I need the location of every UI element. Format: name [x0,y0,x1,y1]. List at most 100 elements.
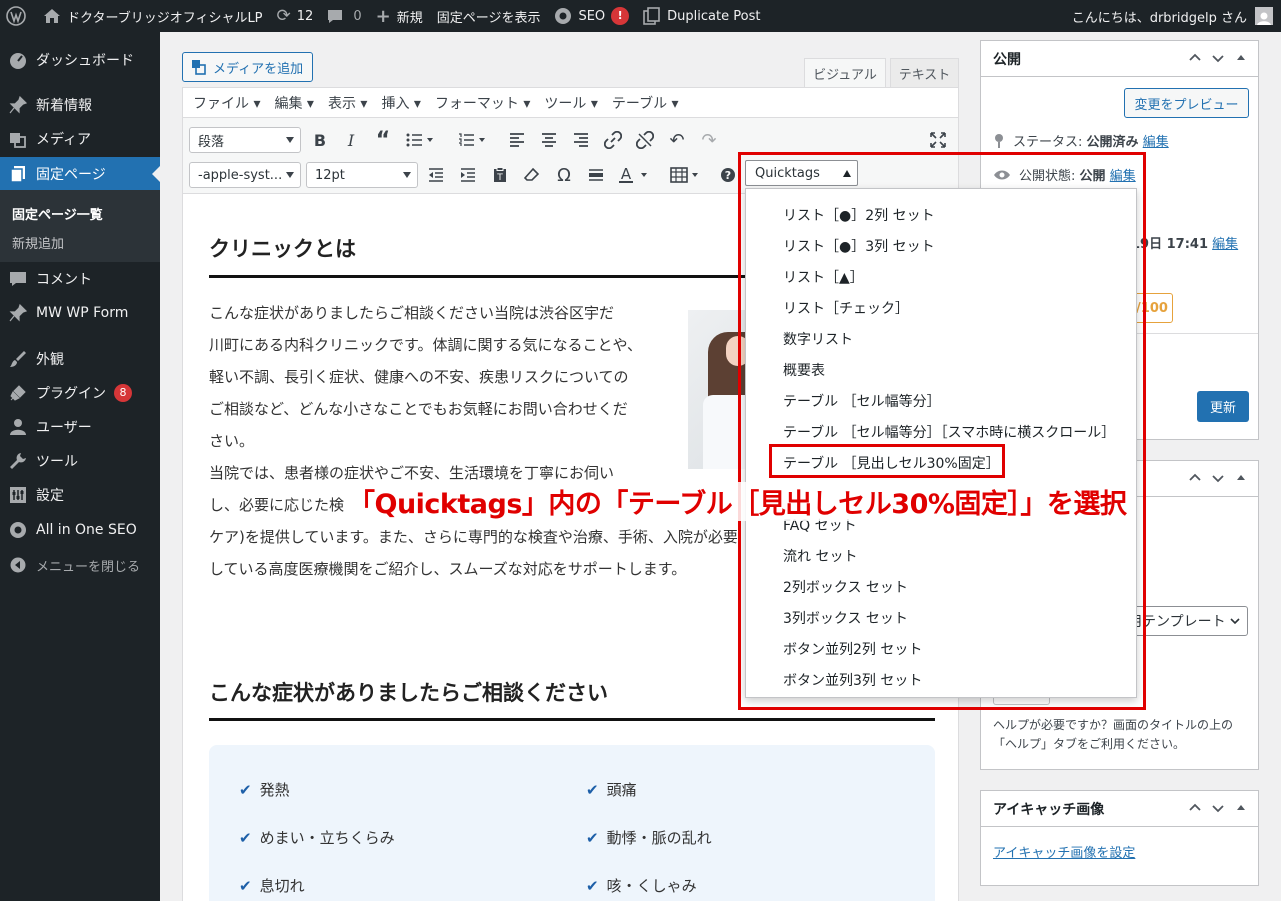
duplicate-post-link[interactable]: Duplicate Post [636,0,767,32]
special-character-icon[interactable]: Ω [554,164,574,186]
active-arrow [152,166,160,182]
indent-icon[interactable] [458,164,478,186]
menu-tools[interactable]: ツール [0,444,160,478]
media-icon [0,130,36,148]
quicktags-option[interactable]: テーブル ［セル幅等分］［スマホ時に横スクロール］ [783,422,1115,442]
view-page-link[interactable]: 固定ページを表示 [430,0,548,32]
tab-visual[interactable]: ビジュアル [804,58,886,87]
box-controls [1188,471,1248,485]
collapse-menu-button[interactable]: メニューを閉じる [0,548,160,582]
updates-link[interactable]: ⟳ 12 [270,0,321,32]
toggle-triangle-icon[interactable] [1234,801,1248,815]
align-right-icon[interactable] [571,129,591,151]
quicktags-option[interactable]: ボタン並列3列 セット [783,670,922,690]
wordpress-logo-icon[interactable] [0,0,36,32]
comments-link[interactable]: 0 [320,0,368,32]
menu-table[interactable]: テーブル ▾ [612,93,679,113]
menu-view[interactable]: 表示 ▾ [328,93,367,113]
submenu-add-new[interactable]: 新規追加 [12,233,64,252]
chevron-up-icon[interactable] [1188,51,1202,65]
quicktags-option[interactable]: 概要表 [783,360,825,380]
paste-text-icon[interactable]: T [490,164,510,186]
add-media-button[interactable]: メディアを追加 [182,52,313,82]
menu-settings[interactable]: 設定 [0,478,160,512]
chevron-down-icon[interactable] [1211,471,1225,485]
pin-icon [0,304,36,322]
chevron-up-icon[interactable] [1188,801,1202,815]
new-content-link[interactable]: + 新規 [369,0,430,32]
submenu-all-pages[interactable]: 固定ページ一覧 [12,204,103,223]
blockquote-icon[interactable]: “ [373,128,393,153]
chevron-down-icon[interactable] [1211,801,1225,815]
align-center-icon[interactable] [539,129,559,151]
font-size-select[interactable]: 12pt [306,162,418,188]
menu-file[interactable]: ファイル ▾ [193,93,260,113]
quicktags-select[interactable]: Quicktags [745,160,858,186]
menu-pages[interactable]: 固定ページ [0,157,160,191]
align-left-icon[interactable] [507,129,527,151]
menu-mw-wp-form[interactable]: MW WP Form [0,296,160,330]
toggle-triangle-icon[interactable] [1234,471,1248,485]
menu-dashboard[interactable]: ダッシュボード [0,43,160,77]
quicktags-option[interactable]: 数字リスト [783,329,853,349]
preview-changes-button[interactable]: 変更をプレビュー [1124,88,1249,118]
edit-status-link[interactable]: 編集 [1143,131,1169,150]
horizontal-line-icon[interactable] [586,164,606,186]
chevron-down-icon[interactable] [1211,51,1225,65]
outdent-icon[interactable] [426,164,446,186]
menu-insert[interactable]: 挿入 ▾ [381,93,420,113]
fullscreen-icon[interactable] [928,129,948,151]
unlink-icon[interactable] [635,129,655,151]
template-select[interactable]: 用テンプレート [1121,606,1248,636]
italic-icon[interactable]: I [341,129,361,151]
seo-score-badge[interactable]: /100 [1131,293,1173,323]
menu-format[interactable]: フォーマット ▾ [435,93,530,113]
edit-date-link[interactable]: 編集 [1212,233,1238,252]
svg-text:?: ? [725,169,731,182]
clear-formatting-icon[interactable] [522,164,542,186]
text-color-icon[interactable]: A [618,164,652,186]
quicktags-option[interactable]: リスト［●］3列 セット [783,236,935,256]
my-account[interactable]: こんにちは、drbridgelp さん [1072,0,1281,32]
quicktags-option[interactable]: リスト［●］2列 セット [783,205,935,225]
bullet-list-icon[interactable] [405,129,435,151]
menu-tools[interactable]: ツール ▾ [544,93,597,113]
redo-icon[interactable]: ↷ [699,129,719,151]
quicktags-option[interactable]: 3列ボックス セット [783,608,908,628]
admin-bar: ドクターブリッジオフィシャルLP ⟳ 12 0 + 新規 固定ページを表示 SE… [0,0,1281,32]
numbered-list-icon[interactable] [457,129,487,151]
menu-plugins[interactable]: プラグイン 8 [0,376,160,410]
quicktags-option[interactable]: リスト［▲］ [783,267,864,287]
seo-alert-badge: ! [611,7,630,25]
menu-news[interactable]: 新着情報 [0,88,160,122]
table-icon[interactable] [669,164,703,186]
bold-icon[interactable]: B [310,129,330,151]
tab-text[interactable]: テキスト [890,58,959,87]
link-icon[interactable] [603,129,623,151]
menu-comments[interactable]: コメント [0,262,160,296]
quicktags-option[interactable]: リスト［チェック］ [783,298,909,318]
settings-icon [0,486,36,504]
set-featured-image-link[interactable]: アイキャッチ画像を設定 [993,842,1135,861]
format-select[interactable]: 段落 [189,127,301,153]
seo-menu[interactable]: SEO ! [547,0,636,32]
toggle-triangle-icon[interactable] [1234,51,1248,65]
menu-appearance[interactable]: 外観 [0,342,160,376]
edit-visibility-link[interactable]: 編集 [1110,165,1136,184]
font-family-select[interactable]: -apple-syst... [189,162,301,188]
help-icon[interactable]: ? [718,164,738,186]
menu-users[interactable]: ユーザー [0,410,160,444]
quicktags-option-table-30[interactable]: テーブル ［見出しセル30%固定］ [783,453,1000,473]
list-item: ✔ 咳・くしゃみ [586,876,697,896]
undo-icon[interactable]: ↶ [667,129,687,151]
site-name-link[interactable]: ドクターブリッジオフィシャルLP [36,0,270,32]
chevron-up-icon[interactable] [1188,471,1202,485]
quicktags-option[interactable]: 2列ボックス セット [783,577,908,597]
quicktags-option[interactable]: テーブル ［セル幅等分］ [783,391,941,411]
quicktags-option[interactable]: 流れ セット [783,546,857,566]
menu-edit[interactable]: 編集 ▾ [274,93,313,113]
menu-media[interactable]: メディア [0,122,160,156]
menu-all-in-one-seo[interactable]: All in One SEO [0,513,160,547]
quicktags-option[interactable]: ボタン並列2列 セット [783,639,922,659]
update-button[interactable]: 更新 [1197,391,1249,422]
